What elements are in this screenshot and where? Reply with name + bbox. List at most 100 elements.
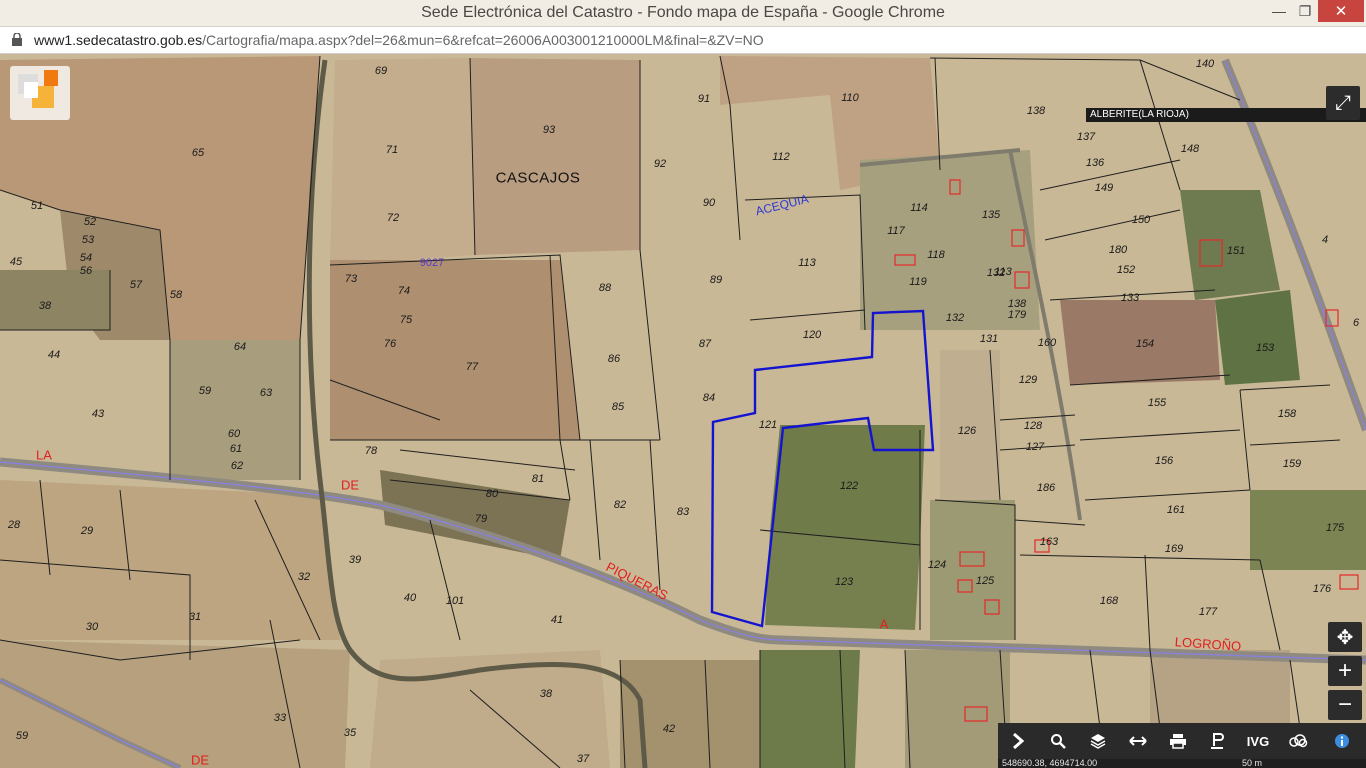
- status-bar: 548690.38, 4694714.00 50 m: [998, 759, 1366, 768]
- plot-number: 61: [229, 443, 243, 455]
- road-label: DE: [190, 752, 210, 768]
- plot-number: 152: [1116, 264, 1136, 276]
- plot-number: 63: [259, 387, 273, 399]
- plot-number: 124: [927, 559, 947, 571]
- layers-button[interactable]: [1078, 723, 1118, 759]
- plot-number: 138: [1026, 105, 1046, 117]
- plot-number: 118: [927, 249, 945, 261]
- plot-number: 72: [386, 212, 400, 224]
- plot-number: 125: [975, 575, 995, 587]
- plot-number: 89: [709, 274, 723, 286]
- pan-button[interactable]: ✥: [1328, 622, 1362, 652]
- url-text[interactable]: www1.sedecatastro.gob.es/Cartografia/map…: [34, 32, 764, 48]
- plot-number: 119: [909, 276, 927, 288]
- info-button[interactable]: [1318, 723, 1366, 759]
- plot-number: 87: [698, 338, 712, 350]
- plot-number: 42: [662, 723, 676, 735]
- road-label: DE: [340, 477, 360, 493]
- fullscreen-button[interactable]: ⤢: [1326, 86, 1360, 120]
- plot-number: 59: [198, 385, 212, 397]
- plot-number: 73: [344, 273, 358, 285]
- plot-number: 158: [1277, 408, 1297, 420]
- plot-number: 159: [1282, 458, 1302, 470]
- plot-number: 128: [1023, 420, 1043, 432]
- plot-number: 132: [945, 312, 965, 324]
- plot-number: 62: [230, 460, 244, 472]
- plot-number: 151: [1226, 245, 1246, 257]
- plot-number: 4: [1321, 234, 1329, 246]
- plot-number: 160: [1037, 337, 1057, 349]
- measure-button[interactable]: [1118, 723, 1158, 759]
- plot-number: 76: [383, 338, 397, 350]
- plot-number: 79: [474, 513, 488, 525]
- plot-number: 154: [1135, 338, 1155, 350]
- plot-number: 149: [1094, 182, 1114, 194]
- plot-number: 132: [986, 267, 1006, 279]
- plot-number: 169: [1164, 543, 1184, 555]
- plot-number: 84: [702, 392, 716, 404]
- plot-number: 163: [1039, 536, 1059, 548]
- chevron-right-icon: [1013, 733, 1025, 749]
- measure-icon: [1129, 736, 1147, 746]
- search-icon: [1051, 734, 1066, 749]
- plot-number: 37: [576, 753, 590, 765]
- plot-number: 59: [15, 730, 29, 742]
- plot-number: 58: [169, 289, 183, 301]
- search-button[interactable]: [1038, 723, 1078, 759]
- zoom-in-button[interactable]: +: [1328, 656, 1362, 686]
- plot-number: 41: [550, 614, 564, 626]
- hydro-id-label: 9027: [419, 257, 445, 269]
- plot-number: 123: [834, 576, 854, 588]
- locate-button[interactable]: [1198, 723, 1238, 759]
- plot-number: 75: [399, 314, 413, 326]
- window-title: Sede Electrónica del Catastro - Fondo ma…: [421, 4, 945, 21]
- address-bar[interactable]: www1.sedecatastro.gob.es/Cartografia/map…: [0, 27, 1366, 54]
- plot-number: 114: [910, 202, 928, 214]
- plot-number: 52: [83, 216, 97, 228]
- plot-number: 180: [1108, 244, 1128, 256]
- plot-number: 43: [91, 408, 105, 420]
- plot-number: 91: [697, 93, 711, 105]
- plot-number: 51: [30, 200, 44, 212]
- print-button[interactable]: [1158, 723, 1198, 759]
- plot-number: 186: [1036, 482, 1056, 494]
- plot-number: 39: [348, 554, 362, 566]
- plot-number: 33: [273, 712, 287, 724]
- cloud-button[interactable]: [1278, 723, 1318, 759]
- plot-number: 148: [1180, 143, 1200, 155]
- close-button[interactable]: ✕: [1318, 0, 1364, 22]
- plot-number: 136: [1085, 157, 1105, 169]
- plot-number: 38: [38, 300, 52, 312]
- plot-number: 30: [85, 621, 99, 633]
- plot-number: 32: [297, 571, 311, 583]
- plot-number: 112: [772, 151, 790, 163]
- plot-number: 31: [188, 611, 202, 623]
- plot-number: 54: [79, 252, 93, 264]
- plot-number: 155: [1147, 397, 1167, 409]
- cloud-icon: [1289, 734, 1308, 748]
- coordinates-readout: 548690.38, 4694714.00: [1002, 758, 1098, 768]
- plot-number: 129: [1018, 374, 1038, 386]
- place-name: CASCAJOS: [495, 169, 581, 187]
- plot-number: 86: [607, 353, 621, 365]
- road-label: LA: [36, 447, 52, 463]
- plot-number: 69: [374, 65, 388, 77]
- plot-number: 179: [1007, 309, 1027, 321]
- plot-number: 175: [1325, 522, 1345, 534]
- plot-number: 38: [539, 688, 553, 700]
- plot-number: 57: [129, 279, 143, 291]
- minimize-button[interactable]: —: [1266, 0, 1292, 22]
- plot-number: 28: [7, 519, 21, 531]
- scale-label: 50 m: [1242, 758, 1263, 768]
- expand-toolbar-button[interactable]: [998, 723, 1038, 759]
- road-label: A: [879, 616, 889, 632]
- ivg-button[interactable]: IVG: [1238, 723, 1278, 759]
- cadastral-map[interactable]: ALBERITE(LA RIOJA) CASCAJOS ACEQUIA 9027…: [0, 54, 1366, 768]
- plot-number: 120: [802, 329, 822, 341]
- maximize-button[interactable]: ❐: [1292, 0, 1318, 22]
- plot-number: 92: [653, 158, 667, 170]
- plot-number: 131: [979, 333, 999, 345]
- plot-number: 150: [1131, 214, 1151, 226]
- plot-number: 85: [611, 401, 625, 413]
- zoom-out-button[interactable]: −: [1328, 690, 1362, 720]
